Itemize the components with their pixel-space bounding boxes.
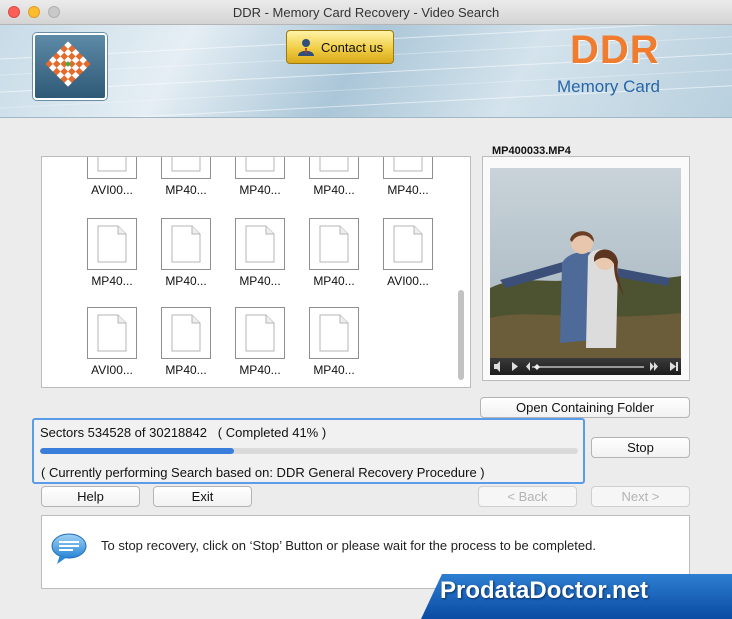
video-controls-bar [494,361,678,372]
back-button[interactable]: < Back [478,486,577,507]
file-name: MP40... [313,183,355,197]
file-tile[interactable]: AVI00... [73,157,147,203]
brand-title: DDR [570,28,660,72]
person-icon [298,39,314,56]
file-tile[interactable]: MP40... [369,157,443,203]
file-thumbnail [87,218,137,270]
file-thumbnail [309,218,359,270]
open-containing-folder-button[interactable]: Open Containing Folder [480,397,690,418]
video-controls[interactable] [490,358,681,375]
video-preview[interactable] [490,168,681,375]
document-icon [171,314,201,352]
file-tile[interactable]: MP40... [295,307,369,383]
document-icon [245,314,275,352]
file-name: MP40... [239,274,281,288]
speech-bubble-icon [51,533,87,564]
file-thumbnail [161,307,211,359]
file-thumbnail [309,157,359,179]
contact-us-button[interactable]: Contact us [286,30,394,64]
file-thumbnail [87,157,137,179]
window-title: DDR - Memory Card Recovery - Video Searc… [232,5,500,20]
logo-mosaic-icon [45,41,91,87]
file-name: AVI00... [387,274,429,288]
contact-us-label: Contact us [321,40,384,55]
document-icon [393,225,423,263]
file-tile[interactable]: MP40... [295,218,369,294]
next-button[interactable]: Next > [591,486,690,507]
file-tile[interactable]: MP40... [147,307,221,383]
file-name: MP40... [313,274,355,288]
file-name: MP40... [239,363,281,377]
title-bar: DDR - Memory Card Recovery - Video Searc… [0,0,732,25]
file-tile[interactable]: MP40... [221,157,295,203]
document-icon [319,225,349,263]
file-tile[interactable]: AVI00... [73,307,147,383]
document-icon [171,225,201,263]
video-thumbnail [490,168,681,375]
file-thumbnail [235,218,285,270]
file-thumbnail [87,307,137,359]
recovered-files-panel[interactable]: AVI00... MP40... MP40... MP40... MP40...… [41,156,471,388]
document-icon [171,157,201,172]
file-thumbnail [161,157,211,179]
file-tile[interactable]: MP40... [221,307,295,383]
progress-bar-fill [40,448,234,454]
file-thumbnail [235,157,285,179]
file-name: MP40... [313,363,355,377]
document-icon [97,157,127,172]
file-name: MP40... [387,183,429,197]
document-icon [245,225,275,263]
document-icon [319,314,349,352]
info-message: To stop recovery, click on ‘Stop’ Button… [101,538,596,553]
app-logo [33,33,107,100]
file-name: MP40... [165,363,207,377]
file-tile[interactable]: MP40... [147,218,221,294]
document-icon [245,157,275,172]
file-name: AVI00... [91,183,133,197]
file-thumbnail [309,307,359,359]
file-name: MP40... [165,183,207,197]
file-name: AVI00... [91,363,133,377]
brand-subtitle: Memory Card [557,77,660,96]
document-icon [393,157,423,172]
file-thumbnail [383,157,433,179]
files-scrollbar-thumb[interactable] [458,290,464,380]
help-button[interactable]: Help [41,486,140,507]
file-name: MP40... [239,183,281,197]
document-icon [97,225,127,263]
file-tile[interactable]: AVI00... [369,218,443,294]
file-name: MP40... [91,274,133,288]
file-tile[interactable]: MP40... [147,157,221,203]
progress-panel: Sectors 534528 of 30218842 ( Completed 4… [32,418,585,484]
watermark-text: ProdataDoctor.net [440,577,649,604]
procedure-status: ( Currently performing Search based on: … [41,465,485,480]
file-thumbnail [235,307,285,359]
document-icon [319,157,349,172]
file-thumbnail [383,218,433,270]
file-thumbnail [161,218,211,270]
progress-bar [40,448,578,454]
file-tile[interactable]: MP40... [221,218,295,294]
file-tile[interactable]: MP40... [73,218,147,294]
file-name: MP40... [165,274,207,288]
stop-button[interactable]: Stop [591,437,690,458]
file-tile[interactable]: MP40... [295,157,369,203]
app-header: Contact us DDR Memory Card [0,25,732,118]
sectors-status: Sectors 534528 of 30218842 ( Completed 4… [40,425,327,440]
exit-button[interactable]: Exit [153,486,252,507]
document-icon [97,314,127,352]
